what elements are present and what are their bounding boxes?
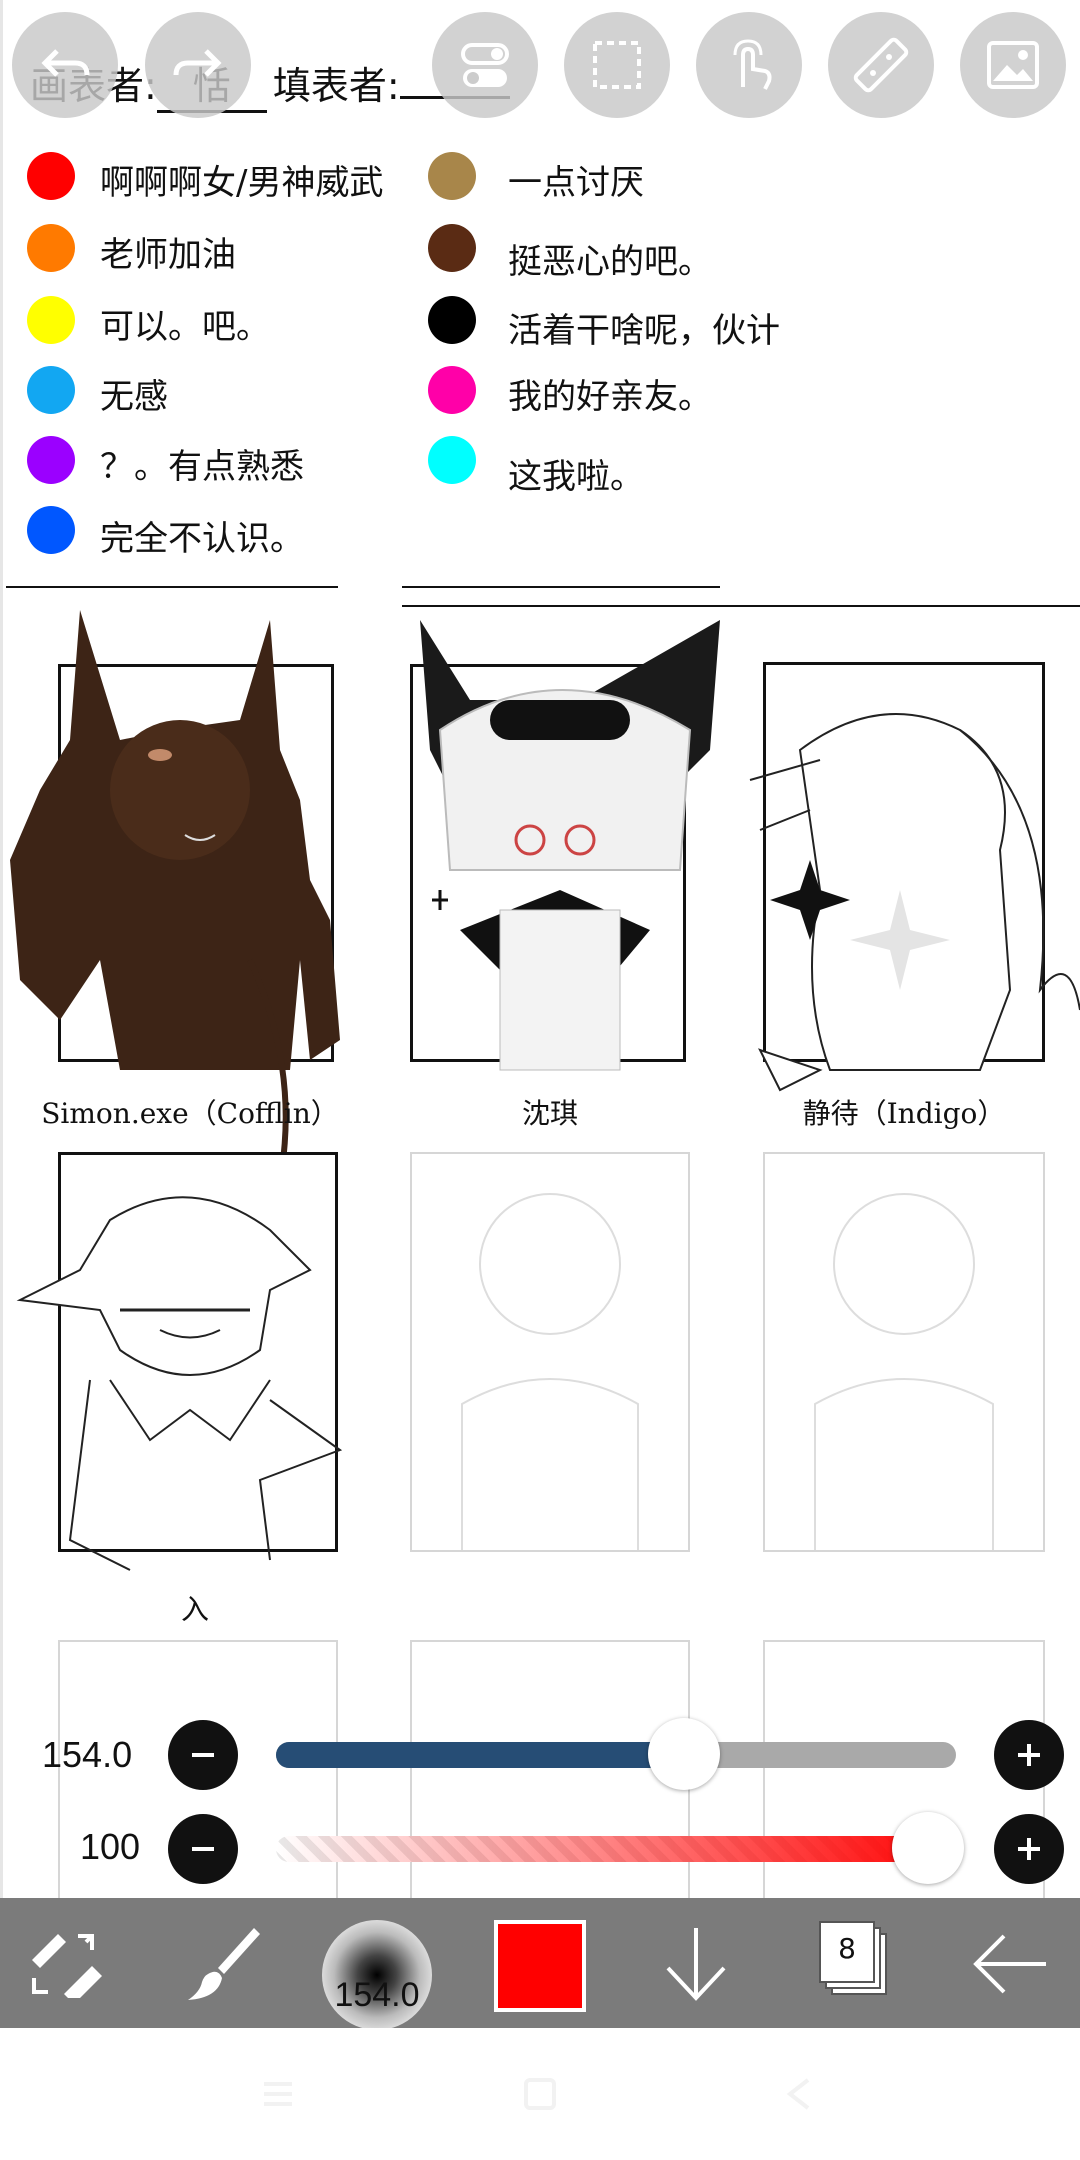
legend-label: 挺恶心的吧。 <box>508 242 712 282</box>
character-caption: 沈琪 <box>521 1097 578 1130</box>
minus-icon <box>192 1753 214 1757</box>
back-nav-icon[interactable] <box>780 2074 820 2114</box>
legend-label: 完全不认识。 <box>100 519 304 559</box>
brush-size-slider-thumb[interactable] <box>648 1718 720 1790</box>
undo-button[interactable] <box>12 12 118 118</box>
gesture-button[interactable] <box>696 12 802 118</box>
ruler-icon <box>853 37 909 93</box>
back-button[interactable] <box>970 1922 1054 2006</box>
legend-label: 我的好亲友。 <box>508 377 712 417</box>
brush-preview-size: 154.0 <box>334 1976 420 2014</box>
template-outline <box>814 1193 994 1550</box>
divider <box>402 605 1080 607</box>
minus-icon <box>192 1847 214 1851</box>
opacity-value: 100 <box>80 1826 141 1867</box>
legend-dot <box>428 366 476 414</box>
arrow-down-icon <box>666 1928 726 2001</box>
arrow-left-icon <box>973 1934 1046 1994</box>
divider <box>6 586 338 588</box>
divider <box>402 586 720 588</box>
brush-size-slider[interactable] <box>276 1718 956 1790</box>
brush-tool-button[interactable] <box>178 1918 268 2008</box>
legend-label: 无感 <box>100 377 168 417</box>
pen-eraser-swap-icon <box>32 1934 102 1998</box>
brush-icon <box>188 1928 260 2000</box>
legend-label: ？。有点熟悉 <box>100 447 304 487</box>
ruler-button[interactable] <box>828 12 934 118</box>
gesture-icon <box>733 39 772 90</box>
empty-frame <box>410 1152 690 1552</box>
legend-label: 这我啦。 <box>508 457 644 497</box>
brush-size-slider-fill <box>276 1742 684 1768</box>
empty-frame <box>763 1152 1045 1552</box>
opacity-slider-thumb[interactable] <box>892 1812 964 1884</box>
opacity-slider[interactable] <box>276 1812 964 1884</box>
current-color-swatch[interactable] <box>494 1920 586 2012</box>
character-caption: 入 <box>180 1593 209 1626</box>
character-art-indigo <box>749 713 1080 1092</box>
legend-dot <box>27 224 75 272</box>
redo-icon <box>173 49 222 77</box>
character-art-ru <box>16 1196 343 1571</box>
bottom-toolbar: 154.0 8 <box>0 1898 1080 2030</box>
filler-label: 填表者: <box>272 64 400 108</box>
legend-dot <box>27 296 75 344</box>
brush-size-value: 154.0 <box>42 1734 133 1775</box>
redo-button[interactable] <box>145 12 251 118</box>
legend-dot <box>27 366 75 414</box>
legend-label: 活着干啥呢，伙计 <box>508 311 780 351</box>
system-nav-bar <box>0 2028 1080 2160</box>
opacity-decrease-button[interactable] <box>168 1814 238 1884</box>
legend-dot <box>27 436 75 484</box>
brush-preview[interactable]: 154.0 <box>322 1920 432 2030</box>
legend-label: 啊啊啊女/男神威武 <box>100 163 384 203</box>
merge-down-button[interactable] <box>656 1918 736 2008</box>
plus-icon <box>1018 1744 1040 1766</box>
legend-dot <box>428 152 476 200</box>
legend-dot <box>428 296 476 344</box>
character-caption: 静待（Indigo） <box>802 1097 1006 1130</box>
legend-dot <box>428 224 476 272</box>
pen-eraser-swap-button[interactable] <box>22 1920 108 2006</box>
character-caption: Simon.exe（Cofflin） <box>41 1097 339 1130</box>
legend-label: 老师加油 <box>100 235 236 275</box>
legend-label: 一点讨厌 <box>508 163 644 203</box>
character-art-shenqi <box>420 620 720 1071</box>
image-button[interactable] <box>960 12 1066 118</box>
opacity-slider-gradient <box>276 1836 956 1862</box>
selection-button[interactable] <box>564 12 670 118</box>
opacity-increase-button[interactable] <box>994 1814 1064 1884</box>
legend-dot <box>27 506 75 554</box>
plus-icon <box>1018 1838 1040 1860</box>
layer-count: 8 <box>838 1932 856 1965</box>
menu-icon[interactable] <box>258 2074 298 2114</box>
legend-dot <box>27 152 75 200</box>
template-outline <box>461 1193 639 1550</box>
legend-dot <box>428 436 476 484</box>
brush-size-increase-button[interactable] <box>994 1720 1064 1790</box>
selection-icon <box>593 41 641 89</box>
toggle-button[interactable] <box>432 12 538 118</box>
brush-size-decrease-button[interactable] <box>168 1720 238 1790</box>
layers-button[interactable]: 8 <box>814 1918 894 2004</box>
toggle-icon <box>461 43 509 87</box>
image-icon <box>987 41 1039 89</box>
undo-icon <box>41 49 90 77</box>
home-icon[interactable] <box>520 2074 560 2114</box>
legend-label: 可以。吧。 <box>100 307 270 347</box>
